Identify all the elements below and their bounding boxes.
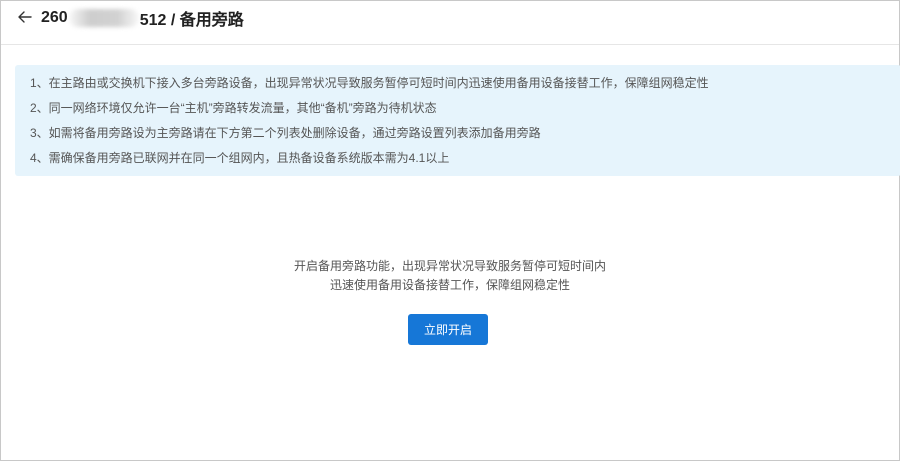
empty-state: 开启备用旁路功能，出现异常状况导致服务暂停可短时间内 迅速使用备用设备接替工作，… xyxy=(1,257,899,295)
empty-state-line-1: 开启备用旁路功能，出现异常状况导致服务暂停可短时间内 xyxy=(293,259,606,273)
notice-line-4: 4、需确保备用旁路已联网并在同一个组网内，且热备设备系统版本需为4.1以上 xyxy=(30,151,450,165)
notice-line-2: 2、同一网络环境仅允许一台“主机”旁路转发流量，其他“备机”旁路为待机状态 xyxy=(30,101,437,115)
notice-line-3: 3、如需将备用旁路设为主旁路请在下方第二个列表处删除设备，通过旁路设置列表添加备… xyxy=(30,126,541,140)
title-prefix: 260 xyxy=(41,9,68,26)
empty-state-line-2: 迅速使用备用设备接替工作，保障组网稳定性 xyxy=(329,278,570,292)
enable-now-button[interactable]: 立即开启 xyxy=(408,314,488,345)
back-button[interactable] xyxy=(15,7,35,27)
redacted-serial xyxy=(68,9,139,27)
title-suffix: 512 / 备用旁路 xyxy=(139,12,244,29)
page-header: 260 512 / 备用旁路 xyxy=(1,1,899,45)
arrow-left-icon xyxy=(18,11,32,23)
page-title: 260 512 / 备用旁路 xyxy=(41,6,244,30)
notice-line-1: 1、在主路由或交换机下接入多台旁路设备，出现异常状况导致服务暂停可短时间内迅速使… xyxy=(30,76,709,90)
info-notice: 1、在主路由或交换机下接入多台旁路设备，出现异常状况导致服务暂停可短时间内迅速使… xyxy=(15,65,900,176)
page-frame: 260 512 / 备用旁路 1、在主路由或交换机下接入多台旁路设备，出现异常状… xyxy=(0,0,900,461)
